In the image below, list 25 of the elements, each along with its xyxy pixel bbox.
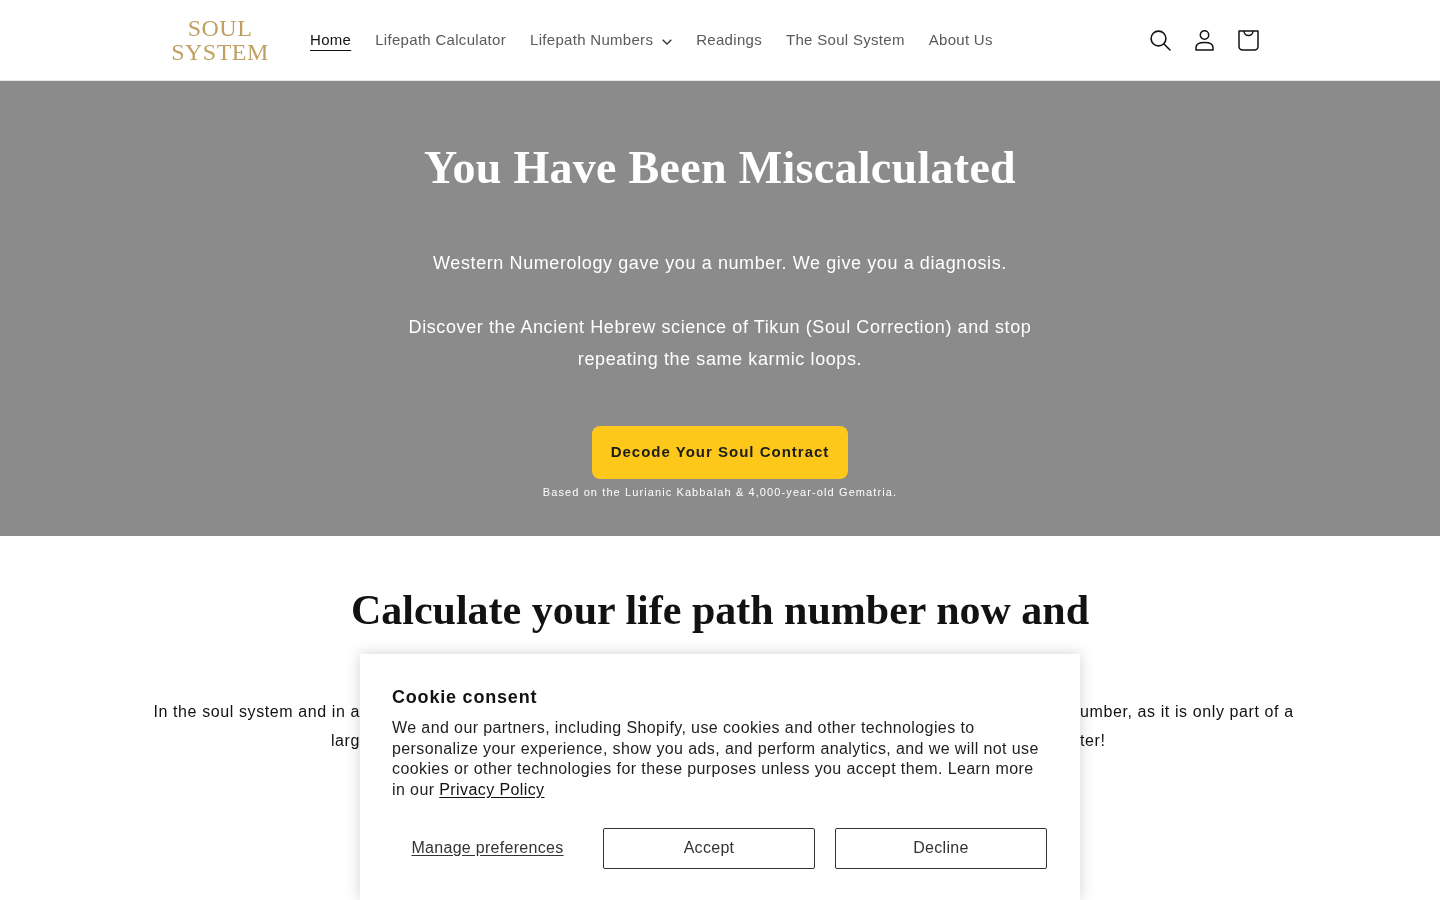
- decode-soul-contract-button[interactable]: Decode Your Soul Contract: [592, 426, 848, 479]
- cookie-consent-title: Cookie consent: [392, 686, 539, 708]
- manage-preferences-link[interactable]: Manage preferences: [411, 838, 564, 859]
- nav-link[interactable]: Readings: [684, 20, 774, 60]
- nav-link[interactable]: Home: [298, 20, 364, 60]
- nav-link[interactable]: About Us: [916, 20, 1005, 60]
- shopping-bag-icon[interactable]: [1237, 29, 1259, 51]
- hero-text: Western Numerology gave you a number. We give you a diagnosis.: [433, 252, 1007, 275]
- nav-link[interactable]: Lifepath Calculator: [363, 20, 518, 60]
- body-text: In the soul system and in a: [153, 702, 360, 722]
- search-icon[interactable]: [1149, 29, 1171, 51]
- body-text: umber, as it is only part of a: [1080, 702, 1294, 722]
- nav-link[interactable]: The Soul System: [774, 20, 917, 60]
- section-heading: Calculate your life path number now and: [350, 586, 1090, 635]
- account-icon[interactable]: [1194, 29, 1214, 51]
- nav-link[interactable]: Lifepath Numbers: [518, 20, 685, 60]
- hero-title: You Have Been Miscalculated: [424, 141, 1016, 195]
- body-text: larg: [330, 731, 360, 751]
- hero-caption: Based on the Lurianic Kabbalah & 4,000-year-old Gematria.: [542, 485, 898, 500]
- consent-button[interactable]: Accept: [603, 827, 815, 869]
- consent-button[interactable]: Decline: [835, 827, 1047, 869]
- privacy-policy-link[interactable]: Privacy Policy: [439, 781, 545, 799]
- cookie-consent-text: We and our partners, including Shopify, use cookies and other technologies to personalize your experience, show you ads, and perform analytics, and we will not use cookies or other technologies for these purposes unless you accept them. Learn more in our Privacy Policy: [392, 718, 1040, 801]
- body-text: ter!: [1080, 731, 1106, 751]
- hero-text: Discover the Ancient Hebrew science of Tikun (Soul Correction) and stop repeating the same karmic loops.: [407, 316, 1033, 371]
